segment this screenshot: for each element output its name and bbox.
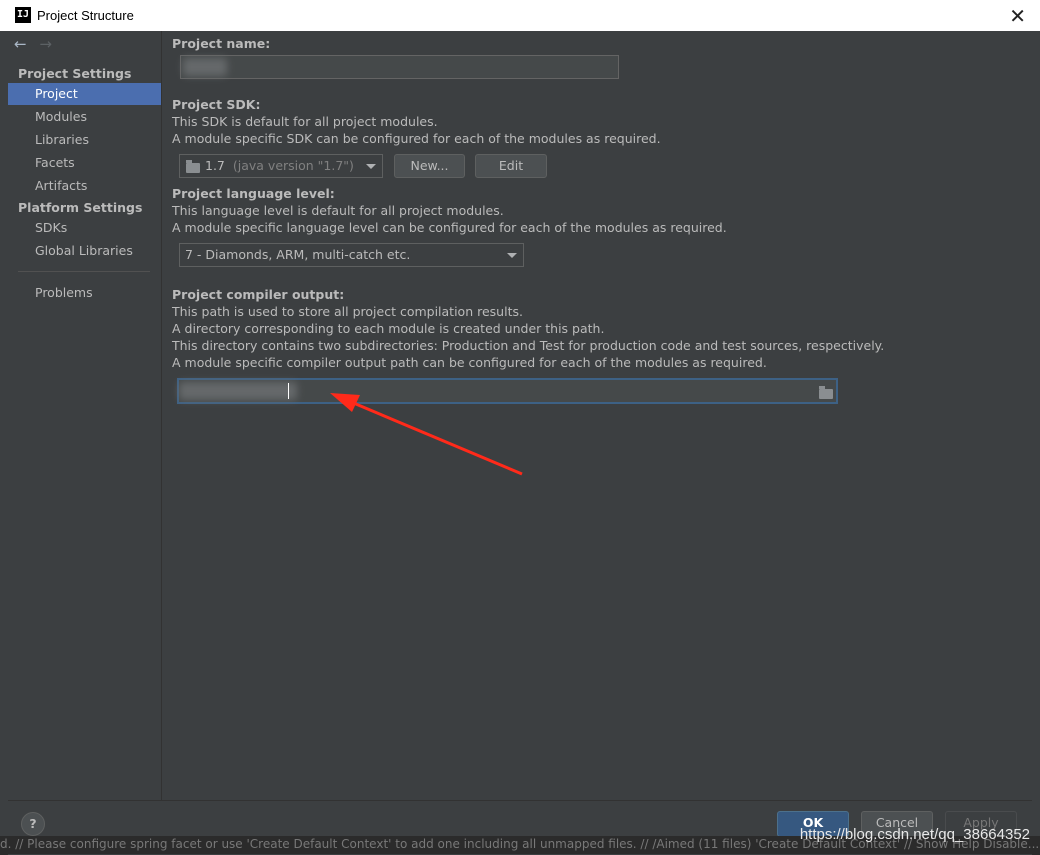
project-settings-header: Project Settings xyxy=(18,66,132,81)
window-title: Project Structure xyxy=(37,8,134,23)
text-caret xyxy=(288,383,289,399)
project-sdk-select[interactable]: 1.7 (java version "1.7") xyxy=(179,154,383,178)
title-bar: IJ Project Structure ✕ xyxy=(0,0,1040,32)
forward-arrow-icon[interactable]: → xyxy=(39,35,52,53)
sdk-version-detail: (java version "1.7") xyxy=(232,158,354,173)
project-sdk-label: Project SDK: xyxy=(172,97,261,112)
language-level-desc-1: This language level is default for all p… xyxy=(172,203,504,218)
compiler-output-desc-3: This directory contains two subdirectori… xyxy=(172,338,885,353)
sidebar-divider xyxy=(18,271,150,272)
annotation-arrow xyxy=(330,393,523,476)
chevron-down-icon xyxy=(366,164,376,169)
language-level-desc-2: A module specific language level can be … xyxy=(172,220,727,235)
platform-settings-header: Platform Settings xyxy=(18,200,143,215)
sidebar-item-sdks[interactable]: SDKs xyxy=(8,217,161,239)
redacted-blur xyxy=(183,58,227,76)
arrow-shaft xyxy=(343,397,523,476)
language-level-label: Project language level: xyxy=(172,186,335,201)
language-level-select[interactable]: 7 - Diamonds, ARM, multi-catch etc. xyxy=(179,243,524,267)
compiler-output-desc-4: A module specific compiler output path c… xyxy=(172,355,767,370)
compiler-output-label: Project compiler output: xyxy=(172,287,345,302)
compiler-output-desc-2: A directory corresponding to each module… xyxy=(172,321,605,336)
edit-sdk-button[interactable]: Edit xyxy=(475,154,547,178)
sdk-version: 1.7 xyxy=(205,158,225,173)
sidebar-item-artifacts[interactable]: Artifacts xyxy=(8,175,161,197)
project-structure-window: IJ Project Structure ✕ ← → Project Setti… xyxy=(0,0,1040,855)
nav-arrows: ← → xyxy=(14,35,60,53)
sidebar-item-project[interactable]: Project xyxy=(8,83,161,105)
browse-folder-icon[interactable] xyxy=(819,386,833,399)
project-name-label: Project name: xyxy=(172,36,271,51)
new-sdk-button[interactable]: New... xyxy=(394,154,465,178)
back-arrow-icon[interactable]: ← xyxy=(14,35,27,53)
close-icon[interactable]: ✕ xyxy=(1009,4,1026,28)
redacted-blur xyxy=(179,382,297,400)
intellij-icon: IJ xyxy=(15,7,31,23)
compiler-output-desc-1: This path is used to store all project c… xyxy=(172,304,523,319)
sdk-folder-icon xyxy=(186,160,200,173)
chevron-down-icon xyxy=(507,253,517,258)
project-name-input[interactable] xyxy=(180,55,619,79)
help-button[interactable]: ? xyxy=(21,812,45,836)
sidebar-item-facets[interactable]: Facets xyxy=(8,152,161,174)
sidebar: ← → Project Settings Project Modules Lib… xyxy=(8,31,162,800)
sidebar-item-global-libraries[interactable]: Global Libraries xyxy=(8,240,161,262)
watermark: https://blog.csdn.net/qq_38664352 xyxy=(799,826,1030,843)
right-border xyxy=(1031,31,1040,801)
arrow-head xyxy=(330,393,360,412)
project-sdk-desc-2: A module specific SDK can be configured … xyxy=(172,131,661,146)
sidebar-item-libraries[interactable]: Libraries xyxy=(8,129,161,151)
language-level-value: 7 - Diamonds, ARM, multi-catch etc. xyxy=(185,247,411,262)
main-panel: Project name: Project SDK: This SDK is d… xyxy=(162,31,1032,800)
project-sdk-desc-1: This SDK is default for all project modu… xyxy=(172,114,438,129)
sidebar-item-modules[interactable]: Modules xyxy=(8,106,161,128)
sidebar-item-problems[interactable]: Problems xyxy=(8,282,161,304)
